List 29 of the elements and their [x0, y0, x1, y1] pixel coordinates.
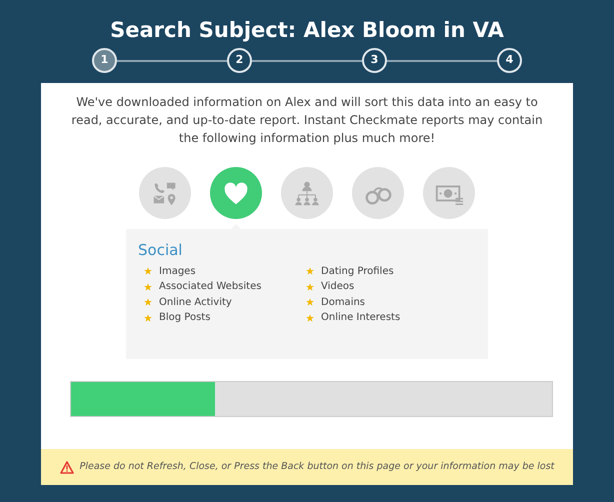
star-icon	[306, 314, 314, 322]
feature-item: Online Interests	[321, 311, 400, 326]
category-button[interactable]	[352, 167, 404, 219]
star-icon	[306, 298, 314, 306]
feature-item: Domains	[321, 296, 366, 310]
feature-item: Blog Posts	[159, 311, 210, 326]
feature-item: Images	[159, 264, 196, 279]
panel-heading: Social	[138, 240, 184, 261]
star-icon	[144, 267, 152, 276]
feature-item: Videos	[321, 280, 354, 294]
category-button[interactable]	[139, 167, 191, 219]
star-icon	[144, 298, 152, 306]
step-circle: 2	[227, 48, 252, 73]
warning-text: Please do not Refresh, Close, or Press the Back button on this page or your information may be lost	[80, 460, 554, 474]
step-circle: 3	[362, 48, 387, 73]
category-button[interactable]	[281, 167, 333, 219]
warning-icon	[60, 460, 74, 474]
star-icon	[144, 314, 152, 322]
feature-item: Dating Profiles	[321, 264, 394, 279]
category-button[interactable]	[423, 167, 475, 219]
step-circle: 1	[92, 48, 117, 73]
feature-item: Online Activity	[159, 296, 232, 310]
step-circle: 4	[497, 48, 522, 73]
star-icon	[306, 282, 314, 291]
intro-text: We've downloaded information on Alex and will sort this data into an easy to read, accurate, and up-to-date report. Instant Checkmate reports may contain the following information plus much more!	[70, 94, 544, 147]
star-icon	[306, 267, 314, 276]
star-icon	[144, 282, 152, 291]
feature-item: Associated Websites	[159, 280, 262, 294]
page-title: Search Subject: Alex Bloom in VA	[109, 17, 505, 44]
